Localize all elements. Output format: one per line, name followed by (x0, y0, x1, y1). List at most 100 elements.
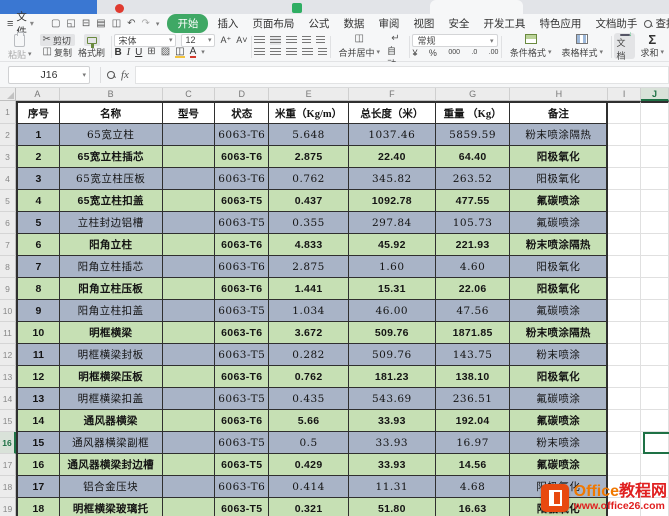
column-header-F[interactable]: F (348, 88, 436, 101)
column-header-H[interactable]: H (510, 88, 609, 101)
cell[interactable] (162, 256, 216, 278)
cell[interactable]: 阳极氧化 (510, 168, 609, 190)
cell[interactable] (608, 146, 642, 168)
cell[interactable]: 明框横梁压板 (59, 366, 163, 388)
cell[interactable]: 氟碳喷涂 (510, 454, 609, 476)
row-header-2[interactable]: 2 (0, 124, 16, 146)
cell[interactable]: 6063-T6 (215, 146, 270, 168)
number-format-select[interactable]: 常规 ▾ (412, 34, 499, 47)
row-header-1[interactable]: 1 (0, 101, 16, 124)
row-header-15[interactable]: 15 (0, 410, 16, 432)
cell[interactable]: 65宽立柱扣盖 (59, 190, 163, 212)
cell[interactable] (162, 432, 216, 454)
cell[interactable]: 105.73 (435, 212, 511, 234)
cell[interactable] (162, 278, 216, 300)
cell[interactable]: 阳角立柱扣盖 (59, 300, 163, 322)
cell[interactable]: 序号 (15, 101, 60, 124)
row-header-7[interactable]: 7 (0, 234, 16, 256)
cell[interactable]: 氟碳喷涂 (510, 388, 609, 410)
column-header-A[interactable]: A (15, 88, 60, 101)
cell[interactable]: 22.06 (435, 278, 511, 300)
cell[interactable] (641, 454, 669, 476)
cell[interactable]: 46.00 (348, 300, 436, 322)
cell[interactable]: 明框横梁扣盖 (59, 388, 163, 410)
new-doc-icon[interactable]: ▢ (51, 18, 60, 29)
cell[interactable] (162, 124, 216, 146)
percent-icon[interactable]: % (429, 48, 437, 58)
cell[interactable]: 65宽立柱压板 (59, 168, 163, 190)
cell[interactable]: 14 (15, 410, 60, 432)
cell[interactable]: 6063-T5 (215, 432, 270, 454)
cell[interactable] (608, 124, 642, 146)
column-header-J[interactable]: J (641, 88, 669, 101)
tab-开始[interactable]: 开始 (167, 14, 209, 33)
cell[interactable]: 氟碳喷涂 (510, 212, 609, 234)
fx-icon[interactable]: fx (121, 69, 129, 81)
column-header-C[interactable]: C (162, 88, 216, 101)
cell[interactable] (608, 190, 642, 212)
cell[interactable]: 6063-T6 (215, 410, 270, 432)
cell[interactable]: 1.441 (269, 278, 349, 300)
cell[interactable]: 192.04 (435, 410, 511, 432)
cell[interactable] (162, 388, 216, 410)
cell[interactable] (641, 300, 669, 322)
cell[interactable]: 明框横梁封板 (59, 344, 163, 366)
row-header-8[interactable]: 8 (0, 256, 16, 278)
cell[interactable] (162, 344, 216, 366)
align-right-icon[interactable] (285, 47, 297, 57)
quick-access-caret-icon[interactable]: ▾ (156, 20, 160, 28)
formula-input[interactable] (134, 65, 669, 84)
cell[interactable]: 5.648 (269, 124, 349, 146)
cell[interactable] (162, 146, 216, 168)
cell[interactable]: 45.92 (348, 234, 436, 256)
cell[interactable] (608, 101, 642, 124)
cell[interactable]: 0.762 (269, 366, 349, 388)
redo-icon[interactable]: ↷ (142, 18, 150, 29)
cell[interactable]: 备注 (510, 101, 609, 124)
cell[interactable]: 221.93 (435, 234, 511, 256)
cell[interactable] (608, 300, 642, 322)
open-icon[interactable]: ◱ (66, 18, 75, 29)
name-box[interactable]: J16 ▾ (8, 65, 90, 84)
cell[interactable]: 18 (15, 498, 60, 516)
cell[interactable]: 粉末喷涂隔热 (510, 124, 609, 146)
increase-font-icon[interactable]: A⁺ (220, 35, 231, 46)
cell[interactable]: 2.875 (269, 146, 349, 168)
cell[interactable] (641, 190, 669, 212)
cell[interactable]: 1.034 (269, 300, 349, 322)
cell[interactable] (162, 234, 216, 256)
cell[interactable]: 11.31 (348, 476, 436, 498)
cell[interactable]: 4.68 (435, 476, 511, 498)
row-header-12[interactable]: 12 (0, 344, 16, 366)
cell[interactable]: 5859.59 (435, 124, 511, 146)
cell[interactable]: 17 (15, 476, 60, 498)
cell[interactable]: 明框横梁玻璃托 (59, 498, 163, 516)
paste-button[interactable]: 粘贴 ▾ (0, 32, 40, 61)
cell[interactable]: 15 (15, 432, 60, 454)
font-size-select[interactable]: 12 ▾ (181, 33, 216, 47)
cell[interactable]: 47.56 (435, 300, 511, 322)
cell[interactable]: 1037.46 (348, 124, 436, 146)
cell[interactable]: 1.60 (348, 256, 436, 278)
cell[interactable] (608, 366, 642, 388)
table-style-button[interactable]: 表格样式 ▾ (556, 33, 608, 59)
cell[interactable]: 22.40 (348, 146, 436, 168)
cell[interactable]: 4 (15, 190, 60, 212)
cell[interactable] (608, 388, 642, 410)
shading-icon[interactable]: ▨ (161, 47, 170, 57)
cell[interactable] (641, 146, 669, 168)
italic-icon[interactable]: I (127, 47, 130, 58)
cell[interactable] (641, 278, 669, 300)
cell[interactable] (162, 212, 216, 234)
cell[interactable]: 5 (15, 212, 60, 234)
cell[interactable]: 138.10 (435, 366, 511, 388)
cell[interactable]: 0.414 (269, 476, 349, 498)
cell[interactable] (162, 476, 216, 498)
cell[interactable]: 阳极氧化 (510, 146, 609, 168)
selected-cell-J16[interactable] (643, 432, 669, 454)
tab-页面布局[interactable]: 页面布局 (245, 14, 301, 33)
cell[interactable]: 64.40 (435, 146, 511, 168)
cell[interactable]: 181.23 (348, 366, 436, 388)
cell[interactable]: 铝合金压块 (59, 476, 163, 498)
cell[interactable]: 立柱封边铝槽 (59, 212, 163, 234)
